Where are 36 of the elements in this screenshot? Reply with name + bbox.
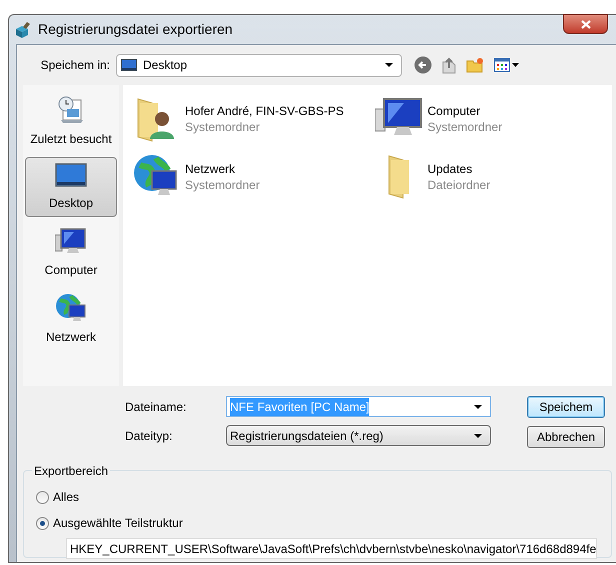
close-button[interactable]: [563, 14, 608, 34]
save-in-label: Speichem in:: [40, 57, 110, 74]
new-folder-icon[interactable]: [466, 57, 484, 73]
radio-label: Alles: [53, 489, 80, 506]
file-item[interactable]: Netzwerk Systemordner: [127, 153, 370, 201]
window-title: Registrierungsdatei exportieren: [38, 20, 233, 39]
path-field[interactable]: HKEY_CURRENT_USER\Software\JavaSoft\Prefs\ch\dvbern\stvbe\nesko\navigator\716d68d894fe: [66, 538, 597, 559]
view-grid-icon: [494, 58, 510, 72]
places-item[interactable]: Desktop: [25, 157, 117, 217]
radio-button[interactable]: [36, 490, 49, 504]
desktop-icon: [121, 59, 137, 71]
file-item[interactable]: Hofer André, FIN-SV-GBS-PS Systemordner: [127, 95, 370, 143]
registry-cube-icon: [14, 20, 32, 38]
file-item[interactable]: Updates Dateiordner: [370, 153, 612, 201]
up-folder-icon[interactable]: [440, 56, 458, 74]
filetype-label: Dateityp:: [125, 428, 174, 444]
save-in-dropdown[interactable]: Desktop: [116, 54, 402, 76]
file-item[interactable]: Computer Systemordner: [370, 95, 612, 143]
folder-icon: [388, 155, 410, 199]
filename-label: Dateiname:: [125, 398, 188, 416]
filetype-dropdown[interactable]: Registrierungsdateien (*.reg): [226, 425, 491, 446]
caret-icon: [512, 63, 519, 67]
caret-icon: [474, 404, 482, 408]
dialog-button[interactable]: Abbrechen: [527, 426, 605, 448]
caret-icon: [385, 63, 393, 67]
desktop-icon: [55, 162, 87, 190]
dialog-button[interactable]: Speichem: [527, 396, 605, 418]
places-item[interactable]: Netzwerk: [25, 289, 117, 349]
globe-monitor-icon: [55, 292, 87, 324]
view-menu-button[interactable]: [494, 58, 519, 72]
caret-icon: [474, 434, 482, 438]
places-item[interactable]: Computer: [25, 223, 117, 283]
radio-button[interactable]: [36, 516, 49, 530]
close-icon: [580, 20, 590, 28]
places-item[interactable]: Zuletzt besucht: [25, 91, 117, 151]
radio-label: Ausgewählte Teilstruktur: [53, 515, 183, 532]
